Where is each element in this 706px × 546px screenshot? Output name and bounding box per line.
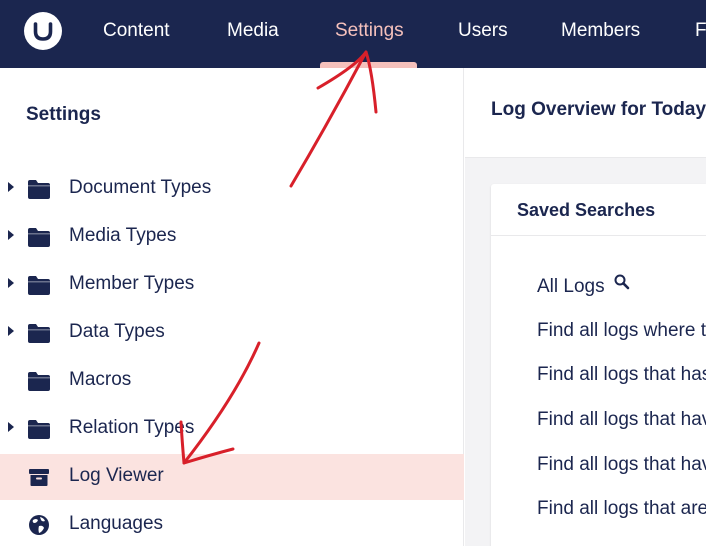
page-title: Log Overview for Today xyxy=(491,99,706,120)
archive-box-icon xyxy=(29,469,49,486)
panel-header: Saved Searches xyxy=(491,184,706,236)
expand-caret-icon[interactable] xyxy=(8,326,14,336)
tree-item-label: Relation Types xyxy=(69,417,195,438)
main-header: Log Overview for Today xyxy=(465,68,706,158)
tree-item-document-types[interactable]: Document Types xyxy=(0,166,464,212)
tree-item-macros[interactable]: Macros xyxy=(0,358,464,404)
tree-item-media-types[interactable]: Media Types xyxy=(0,214,464,260)
nav-item-media[interactable]: Media xyxy=(227,20,279,42)
tree-item-data-types[interactable]: Data Types xyxy=(0,310,464,356)
tree-item-label: Macros xyxy=(69,369,132,390)
saved-search-item[interactable]: All Logs xyxy=(537,274,630,298)
folder-icon xyxy=(28,276,50,295)
main-content: Log Overview for Today Saved Searches Al… xyxy=(465,68,706,546)
nav-item-forms[interactable]: F xyxy=(695,20,706,42)
expand-caret-icon[interactable] xyxy=(8,422,14,432)
saved-search-label: All Logs xyxy=(537,276,605,297)
tree-item-label: Document Types xyxy=(69,177,212,198)
umbraco-logo-icon[interactable] xyxy=(24,12,62,50)
nav-item-content[interactable]: Content xyxy=(103,20,170,42)
saved-search-item[interactable]: Find all logs where t xyxy=(537,320,706,342)
tree-item-label: Media Types xyxy=(69,225,177,246)
tree-item-label: Member Types xyxy=(69,273,195,294)
expand-caret-icon[interactable] xyxy=(8,230,14,240)
tree-item-log-viewer[interactable]: Log Viewer xyxy=(0,454,464,500)
folder-icon xyxy=(28,324,50,343)
saved-search-item[interactable]: Find all logs that hav xyxy=(537,409,706,431)
folder-icon xyxy=(28,180,50,199)
expand-caret-icon[interactable] xyxy=(8,182,14,192)
saved-searches-panel: Saved Searches All Logs Find all logs wh… xyxy=(491,184,706,546)
search-icon xyxy=(614,274,630,290)
tree-item-label: Data Types xyxy=(69,321,165,342)
tree-item-label: Languages xyxy=(69,513,164,534)
sidebar-title: Settings xyxy=(26,104,101,125)
panel-title: Saved Searches xyxy=(517,200,656,220)
globe-icon xyxy=(29,515,49,535)
top-navigation-bar: Content Media Settings Users Members F xyxy=(0,0,706,68)
tree-item-member-types[interactable]: Member Types xyxy=(0,262,464,308)
folder-icon xyxy=(28,228,50,247)
settings-sidebar: Settings Document Types Media Types Memb… xyxy=(0,68,464,546)
tree-item-languages[interactable]: Languages xyxy=(0,502,464,546)
tree-item-label: Log Viewer xyxy=(69,465,164,486)
expand-caret-icon[interactable] xyxy=(8,278,14,288)
tree-item-relation-types[interactable]: Relation Types xyxy=(0,406,464,452)
folder-icon xyxy=(28,420,50,439)
saved-search-item[interactable]: Find all logs that hav xyxy=(537,454,706,476)
saved-search-item[interactable]: Find all logs that are xyxy=(537,498,706,520)
nav-item-settings[interactable]: Settings xyxy=(335,20,404,42)
folder-icon xyxy=(28,372,50,391)
nav-item-users[interactable]: Users xyxy=(458,20,508,42)
nav-item-members[interactable]: Members xyxy=(561,20,640,42)
saved-search-item[interactable]: Find all logs that has xyxy=(537,364,706,386)
